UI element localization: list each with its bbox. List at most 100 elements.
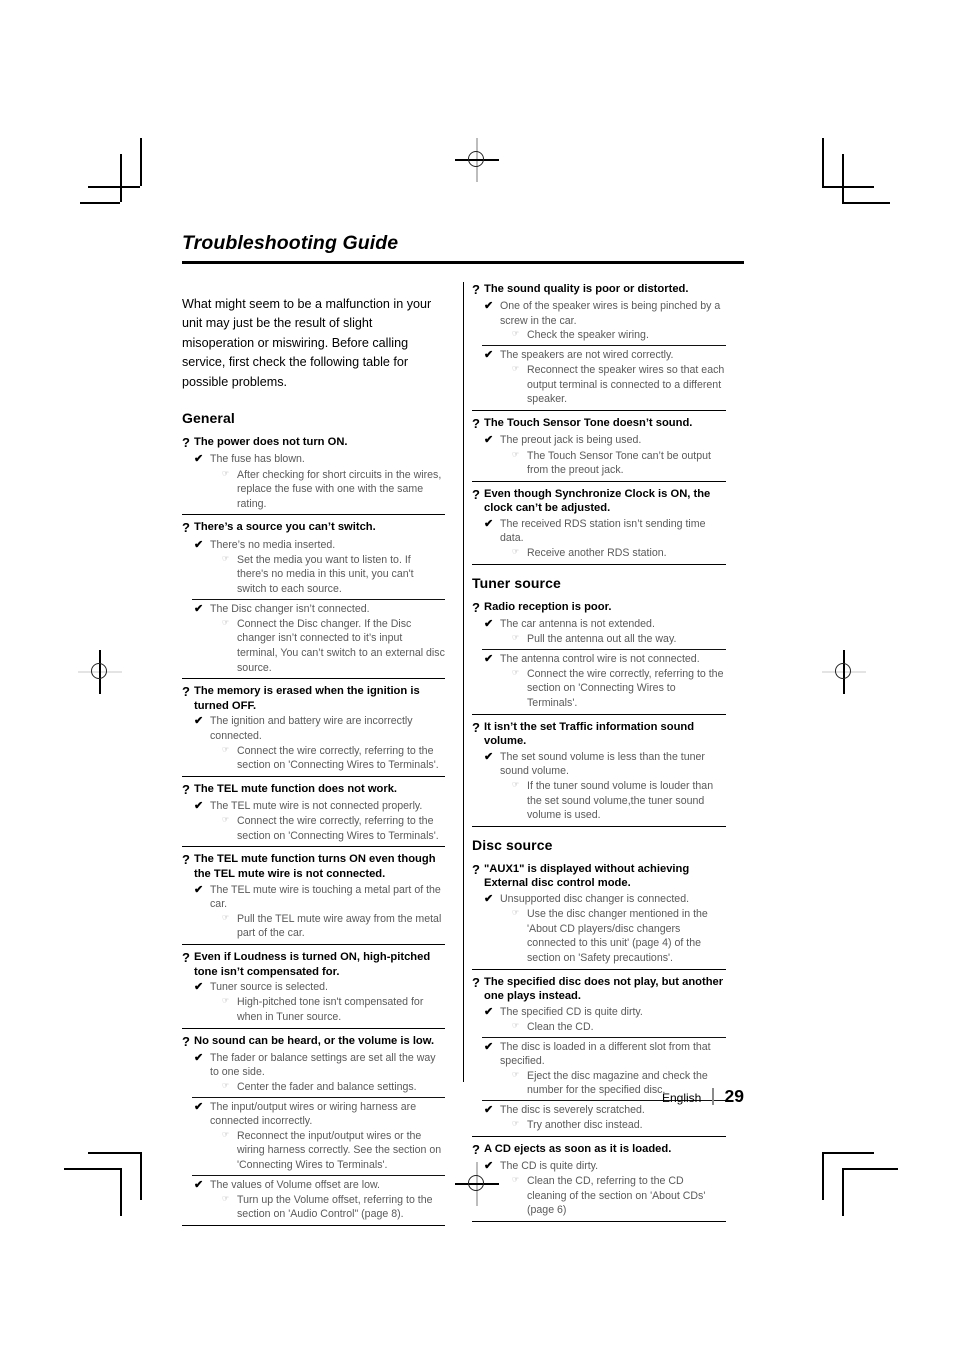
- check-icon: ✔: [194, 602, 204, 615]
- faq-question-row: ? A CD ejects as soon as it is loaded.: [472, 1142, 726, 1158]
- faq-fix: Use the disc changer mentioned in the 'A…: [527, 908, 708, 964]
- faq-entry: ? A CD ejects as soon as it is loaded. ✔…: [472, 1142, 726, 1218]
- faq-entry: ? Even though Synchronize Clock is ON, t…: [472, 487, 726, 561]
- faq-fix: Set the media you want to listen to. If …: [237, 553, 414, 596]
- registration-mark-right: [822, 650, 866, 694]
- pointer-hand-icon: ☞: [512, 1020, 519, 1030]
- faq-entry: ? The sound quality is poor or distorted…: [472, 282, 726, 407]
- faq-fix: Reconnect the input/output wires or the …: [237, 1129, 442, 1172]
- faq-question-row: ? The specified disc does not play, but …: [472, 975, 726, 1004]
- faq-question: The TEL mute function does not work.: [194, 782, 398, 795]
- faq-cause-row: ✔ The received RDS station isn’t sending…: [484, 517, 726, 546]
- question-icon: ?: [472, 861, 480, 877]
- faq-question-row: ? Even if Loudness is turned ON, high-pi…: [182, 950, 445, 979]
- faq-fix-row: ☞ After checking for short circuits in t…: [222, 468, 445, 512]
- page-footer: English 29: [182, 1085, 744, 1107]
- faq-fix-row: ☞ Connect the wire correctly, referring …: [222, 744, 445, 773]
- faq-entry: ? The memory is erased when the ignition…: [182, 684, 445, 773]
- pointer-hand-icon: ☞: [222, 744, 229, 754]
- faq-question-row: ? The sound quality is poor or distorted…: [472, 282, 726, 298]
- cause-separator: [482, 1036, 726, 1038]
- faq-question-row: ? Radio reception is poor.: [472, 600, 726, 616]
- entry-separator: [472, 410, 726, 412]
- cause-separator: [192, 598, 445, 600]
- footer-page-number: 29: [724, 1086, 744, 1106]
- faq-question: The memory is erased when the ignition i…: [194, 685, 420, 712]
- section-heading-general: General: [182, 410, 235, 427]
- faq-entry: ? It isn’t the set Traffic information s…: [472, 720, 726, 823]
- check-icon: ✔: [194, 1051, 204, 1064]
- faq-fix: Pull the TEL mute wire away from the met…: [237, 912, 442, 940]
- faq-fix: Clean the CD.: [527, 1020, 594, 1033]
- check-icon: ✔: [484, 434, 494, 447]
- faq-entry: ? There’s a source you can’t switch. ✔ T…: [182, 520, 445, 675]
- faq-fix: Connect the wire correctly, referring to…: [237, 815, 439, 842]
- faq-fix-row: ☞ Connect the wire correctly, referring …: [512, 667, 726, 711]
- faq-fix-row: ☞ Clean the CD.: [512, 1020, 726, 1035]
- pointer-hand-icon: ☞: [512, 1119, 519, 1129]
- faq-cause: Tuner source is selected.: [210, 981, 328, 994]
- question-icon: ?: [472, 416, 480, 432]
- faq-entry: ? The power does not turn ON. ✔ The fuse…: [182, 435, 445, 511]
- question-icon: ?: [182, 852, 190, 868]
- faq-cause-row: ✔ The values of Volume offset are low.: [194, 1178, 445, 1193]
- faq-cause-row: ✔ The set sound volume is less than the …: [484, 750, 726, 779]
- faq-question: The Touch Sensor Tone doesn’t sound.: [484, 417, 693, 430]
- question-icon: ?: [472, 282, 480, 297]
- faq-cause: The Disc changer isn’t connected.: [210, 602, 370, 615]
- faq-fix-row: ☞ Use the disc changer mentioned in the …: [512, 907, 726, 965]
- faq-fix-row: ☞ Check the speaker wiring.: [512, 328, 726, 343]
- faq-question-row: ? The memory is erased when the ignition…: [182, 684, 445, 713]
- cause-separator: [482, 345, 726, 347]
- entry-separator: [182, 1225, 445, 1227]
- faq-cause-row: ✔ The car antenna is not extended.: [484, 617, 726, 632]
- faq-fix: Check the speaker wiring.: [527, 329, 649, 342]
- crop-mark-bottom-right: [810, 1152, 930, 1252]
- cause-separator: [192, 1174, 445, 1176]
- registration-mark-left: [78, 650, 122, 694]
- faq-fix-row: ☞ Try another disc instead.: [512, 1118, 726, 1133]
- pointer-hand-icon: ☞: [512, 780, 519, 790]
- faq-question: There’s a source you can’t switch.: [194, 521, 376, 534]
- faq-cause: The disc is loaded in a different slot f…: [500, 1040, 711, 1068]
- faq-cause: The fader or balance settings are set al…: [210, 1051, 436, 1079]
- faq-cause: The CD is quite dirty.: [500, 1159, 599, 1172]
- question-icon: ?: [182, 435, 190, 451]
- faq-fix: Clean the CD, referring to the CD cleani…: [527, 1175, 706, 1217]
- pointer-hand-icon: ☞: [512, 667, 519, 677]
- pointer-hand-icon: ☞: [512, 908, 519, 918]
- faq-cause: The received RDS station isn’t sending t…: [500, 517, 706, 545]
- check-icon: ✔: [484, 300, 494, 313]
- pointer-hand-icon: ☞: [222, 553, 229, 563]
- faq-cause: The TEL mute wire is not connected prope…: [210, 800, 423, 813]
- faq-cause: The antenna control wire is not connecte…: [500, 652, 700, 665]
- faq-fix: Connect the wire correctly, referring to…: [237, 744, 439, 772]
- entry-separator: [472, 968, 726, 970]
- faq-cause: There’s no media inserted.: [210, 538, 336, 551]
- faq-entry: ? The Touch Sensor Tone doesn’t sound. ✔…: [472, 416, 726, 478]
- faq-question-row: ? There’s a source you can’t switch.: [182, 520, 445, 536]
- pointer-hand-icon: ☞: [222, 1193, 229, 1203]
- faq-cause-row: ✔ The specified CD is quite dirty.: [484, 1005, 726, 1020]
- pointer-hand-icon: ☞: [512, 449, 519, 459]
- faq-cause: The speakers are not wired correctly.: [500, 349, 674, 362]
- faq-question: It isn’t the set Traffic information sou…: [484, 720, 695, 748]
- check-icon: ✔: [484, 652, 494, 665]
- faq-question: Even though Synchronize Clock is ON, the…: [484, 487, 711, 515]
- faq-fix-row: ☞ Receive another RDS station.: [512, 546, 726, 561]
- check-icon: ✔: [484, 349, 494, 362]
- faq-cause: Unsupported disc changer is connected.: [500, 893, 690, 905]
- pointer-hand-icon: ☞: [512, 329, 519, 339]
- question-icon: ?: [472, 974, 480, 990]
- check-icon: ✔: [194, 715, 204, 728]
- faq-cause-row: ✔ The TEL mute wire is touching a metal …: [194, 883, 445, 912]
- pointer-hand-icon: ☞: [512, 1069, 519, 1079]
- faq-fix-row: ☞ If the tuner sound volume is louder th…: [512, 779, 726, 823]
- faq-cause: The preout jack is being used.: [500, 434, 642, 447]
- question-icon: ?: [182, 950, 190, 966]
- faq-question-row: ? It isn’t the set Traffic information s…: [472, 720, 726, 749]
- faq-cause: The values of Volume offset are low.: [210, 1178, 380, 1191]
- faq-fix-row: ☞ Connect the Disc changer. If the Disc …: [222, 617, 445, 675]
- faq-cause: The car antenna is not extended.: [500, 617, 655, 630]
- pointer-hand-icon: ☞: [512, 547, 519, 557]
